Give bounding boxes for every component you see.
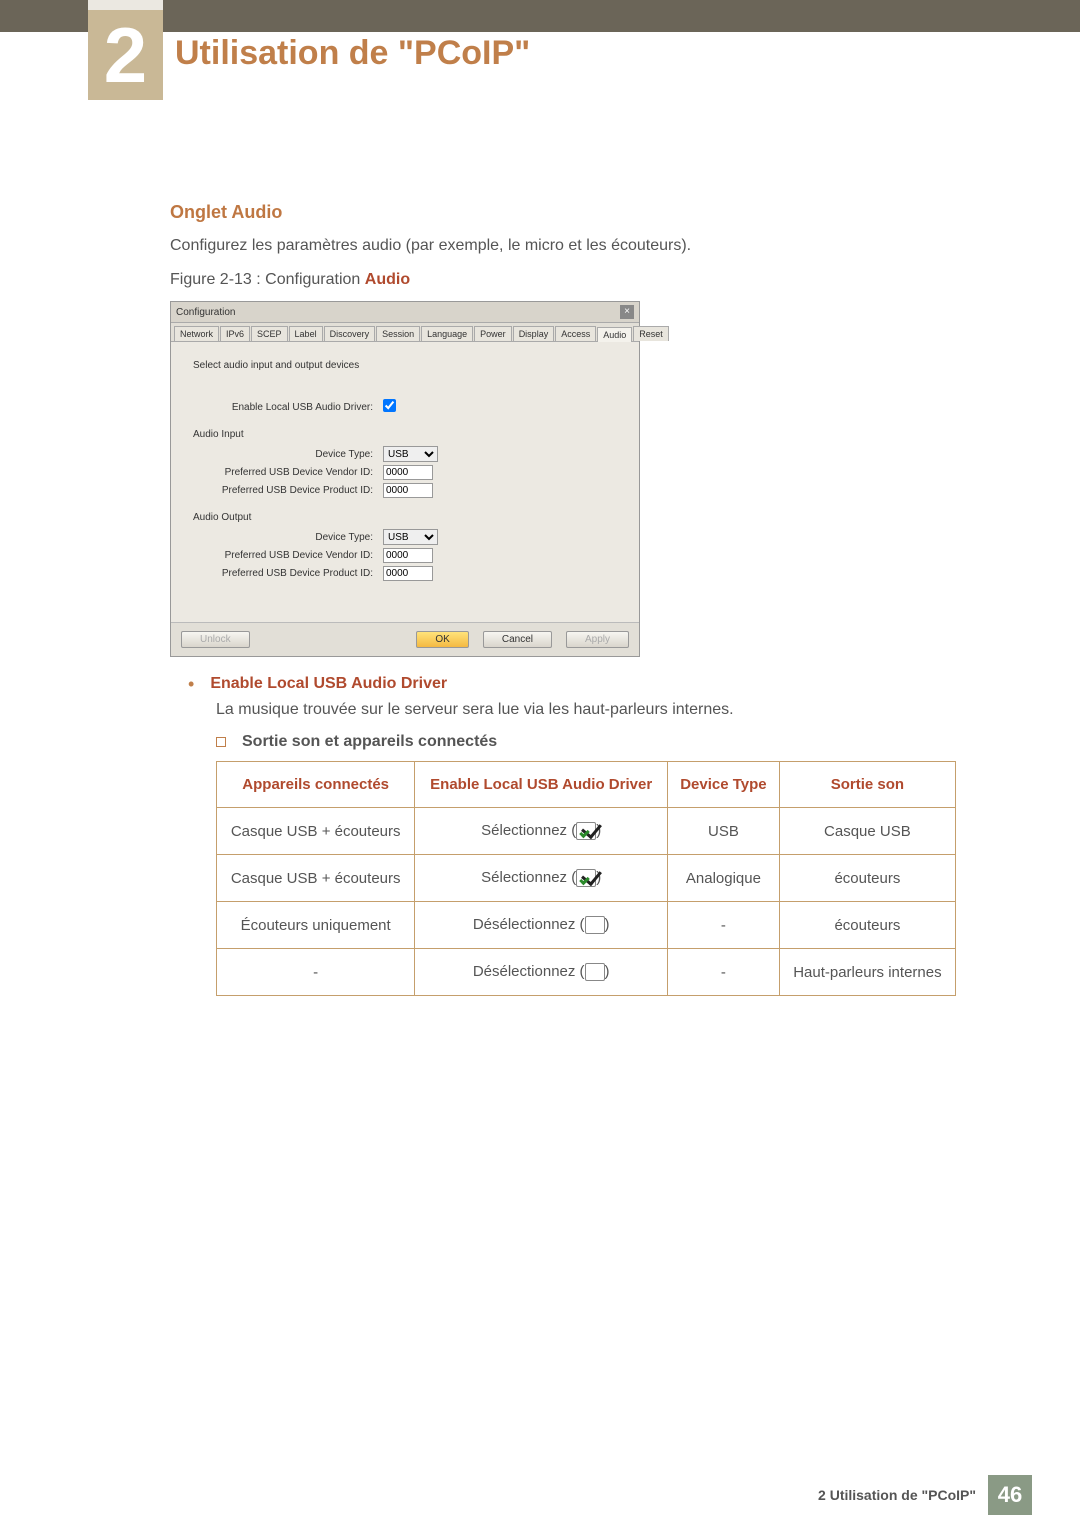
- audio-input-heading: Audio Input: [193, 429, 617, 440]
- sub-bullet-title: Sortie son et appareils connectés: [242, 733, 497, 751]
- cell-output: Haut-parleurs internes: [779, 949, 955, 996]
- table-row: -Désélectionnez ()-Haut-parleurs interne…: [217, 949, 956, 996]
- tab-power[interactable]: Power: [474, 326, 512, 341]
- config-titlebar: Configuration ×: [171, 302, 639, 323]
- cell-devices: Casque USB + écouteurs: [217, 808, 415, 855]
- label-output-vendor: Preferred USB Device Vendor ID:: [193, 550, 383, 561]
- th-driver: Enable Local USB Audio Driver: [415, 762, 668, 808]
- cell-type: -: [668, 902, 780, 949]
- cell-type: Analogique: [668, 855, 780, 902]
- cell-driver: Désélectionnez (): [415, 949, 668, 996]
- select-output-device-type[interactable]: USB: [383, 529, 438, 545]
- checkbox-checked-icon: [576, 869, 596, 887]
- footer-text: 2 Utilisation de "PCoIP": [818, 1487, 976, 1503]
- cell-output: écouteurs: [779, 902, 955, 949]
- figure-caption: Figure 2-13 : Configuration Audio: [170, 271, 980, 289]
- apply-button[interactable]: Apply: [566, 631, 629, 648]
- table-row: Écouteurs uniquementDésélectionnez ()-éc…: [217, 902, 956, 949]
- unlock-button[interactable]: Unlock: [181, 631, 250, 648]
- cell-driver: Désélectionnez (): [415, 902, 668, 949]
- cell-devices: Casque USB + écouteurs: [217, 855, 415, 902]
- checkbox-enable-driver[interactable]: [383, 399, 396, 412]
- label-input-vendor: Preferred USB Device Vendor ID:: [193, 467, 383, 478]
- label-output-device-type: Device Type:: [193, 532, 383, 543]
- cell-devices: Écouteurs uniquement: [217, 902, 415, 949]
- tab-scep[interactable]: SCEP: [251, 326, 288, 341]
- tab-discovery[interactable]: Discovery: [324, 326, 376, 341]
- label-input-product: Preferred USB Device Product ID:: [193, 485, 383, 496]
- config-panel: Select audio input and output devices En…: [171, 342, 639, 622]
- select-input-device-type[interactable]: USB: [383, 446, 438, 462]
- th-devices: Appareils connectés: [217, 762, 415, 808]
- tab-access[interactable]: Access: [555, 326, 596, 341]
- tab-session[interactable]: Session: [376, 326, 420, 341]
- cancel-button[interactable]: Cancel: [483, 631, 552, 648]
- audio-output-heading: Audio Output: [193, 512, 617, 523]
- cell-driver: Sélectionnez (): [415, 808, 668, 855]
- panel-instruction: Select audio input and output devices: [193, 360, 617, 371]
- chapter-header: 2 Utilisation de "PCoIP": [88, 10, 530, 100]
- section-intro: Configurez les paramètres audio (par exe…: [170, 237, 980, 255]
- tab-row: NetworkIPv6SCEPLabelDiscoverySessionLang…: [171, 323, 639, 342]
- bullet-enable-driver: • Enable Local USB Audio Driver: [188, 675, 980, 693]
- tab-display[interactable]: Display: [513, 326, 555, 341]
- tab-language[interactable]: Language: [421, 326, 473, 341]
- page-footer: 2 Utilisation de "PCoIP" 46: [818, 1475, 1032, 1515]
- figure-bold: Audio: [365, 271, 410, 288]
- checkbox-unchecked-icon: [585, 963, 605, 981]
- th-output: Sortie son: [779, 762, 955, 808]
- input-input-product[interactable]: [383, 483, 433, 498]
- cell-devices: -: [217, 949, 415, 996]
- bullet-title: Enable Local USB Audio Driver: [210, 675, 447, 693]
- label-output-product: Preferred USB Device Product ID:: [193, 568, 383, 579]
- table-row: Casque USB + écouteursSélectionnez ()Ana…: [217, 855, 956, 902]
- tab-reset[interactable]: Reset: [633, 326, 669, 341]
- cell-driver: Sélectionnez (): [415, 855, 668, 902]
- tab-network[interactable]: Network: [174, 326, 219, 341]
- figure-prefix: Figure 2-13 : Configuration: [170, 271, 365, 288]
- input-output-vendor[interactable]: [383, 548, 433, 563]
- row-enable-driver: Enable Local USB Audio Driver:: [193, 399, 617, 415]
- input-output-product[interactable]: [383, 566, 433, 581]
- tab-label[interactable]: Label: [289, 326, 323, 341]
- sub-bullet: Sortie son et appareils connectés: [216, 733, 980, 751]
- cell-output: Casque USB: [779, 808, 955, 855]
- table-row: Casque USB + écouteursSélectionnez ()USB…: [217, 808, 956, 855]
- bullet-dot-icon: •: [188, 675, 194, 693]
- page-number: 46: [988, 1475, 1032, 1515]
- device-table: Appareils connectés Enable Local USB Aud…: [216, 761, 956, 996]
- cell-output: écouteurs: [779, 855, 955, 902]
- chapter-title: Utilisation de "PCoIP": [175, 34, 530, 73]
- tab-ipv6[interactable]: IPv6: [220, 326, 250, 341]
- section-heading: Onglet Audio: [170, 202, 980, 223]
- config-window: Configuration × NetworkIPv6SCEPLabelDisc…: [170, 301, 640, 657]
- label-enable-driver: Enable Local USB Audio Driver:: [193, 402, 383, 413]
- page-content: Onglet Audio Configurez les paramètres a…: [170, 202, 980, 996]
- config-title: Configuration: [176, 307, 235, 318]
- cell-type: USB: [668, 808, 780, 855]
- cell-type: -: [668, 949, 780, 996]
- input-input-vendor[interactable]: [383, 465, 433, 480]
- bullet-description: La musique trouvée sur le serveur sera l…: [216, 701, 980, 719]
- th-type: Device Type: [668, 762, 780, 808]
- checkbox-checked-icon: [576, 822, 596, 840]
- ok-button[interactable]: OK: [416, 631, 468, 648]
- button-bar: Unlock OK Cancel Apply: [171, 622, 639, 656]
- label-input-device-type: Device Type:: [193, 449, 383, 460]
- tab-audio[interactable]: Audio: [597, 327, 632, 342]
- square-bullet-icon: [216, 737, 226, 747]
- close-icon[interactable]: ×: [620, 305, 634, 319]
- chapter-number: 2: [88, 10, 163, 100]
- table-header-row: Appareils connectés Enable Local USB Aud…: [217, 762, 956, 808]
- checkbox-unchecked-icon: [585, 916, 605, 934]
